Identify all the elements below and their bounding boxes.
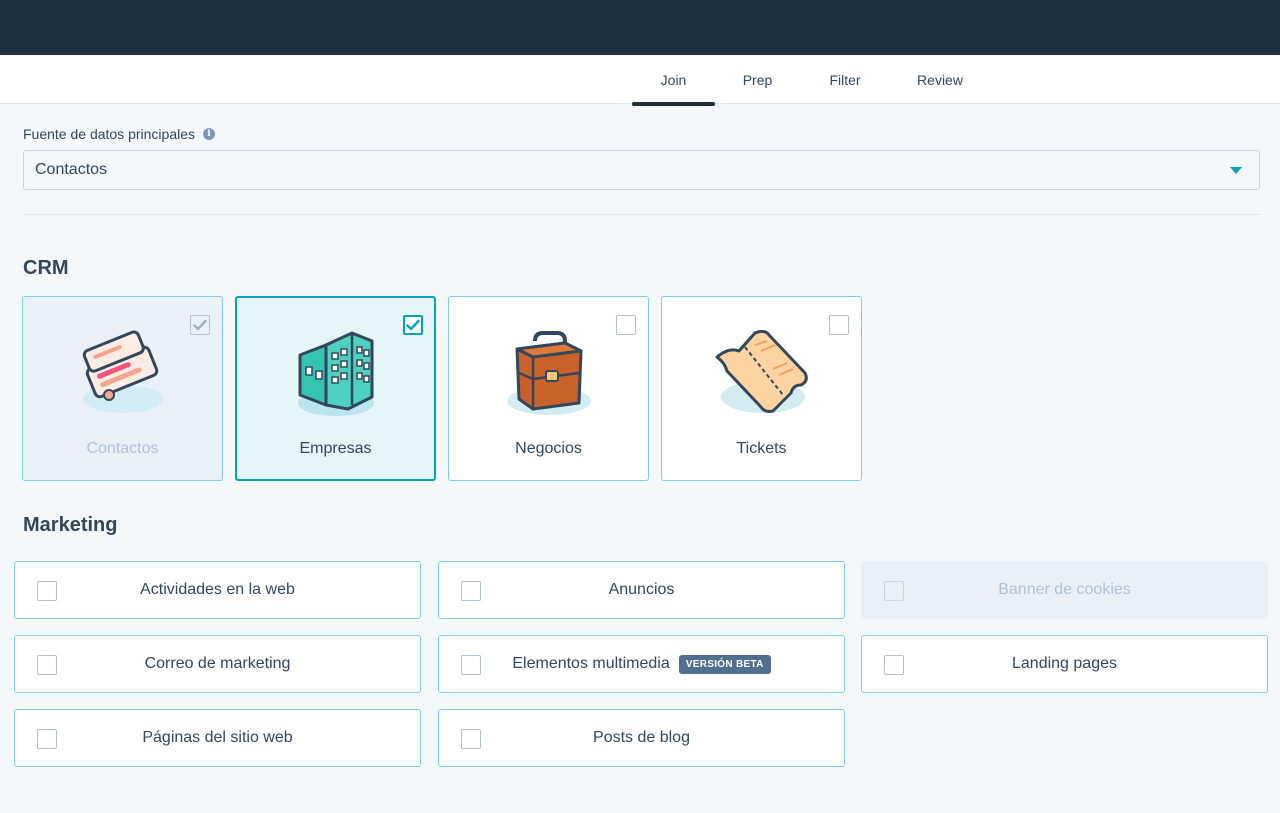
- top-navigation-bar: [0, 0, 1280, 55]
- tab-join[interactable]: Join: [632, 55, 715, 106]
- building-illustration-icon: [297, 331, 374, 416]
- crm-card-negocios[interactable]: Negocios: [448, 296, 649, 481]
- beta-badge: VERSIÓN BETA: [678, 654, 771, 674]
- crm-card-empresas-checkbox[interactable]: [403, 315, 423, 335]
- crm-card-tickets-checkbox[interactable]: [829, 315, 849, 335]
- marketing-option-label: Landing pages: [1012, 655, 1117, 672]
- marketing-option-label: Anuncios: [608, 581, 675, 598]
- marketing-option-landing-pages[interactable]: Landing pages: [861, 635, 1268, 693]
- marketing-option-paginas-sitio-web[interactable]: Páginas del sitio web: [14, 709, 421, 767]
- crm-card-empresas-label: Empresas: [299, 440, 372, 457]
- marketing-option-checkbox[interactable]: [37, 655, 57, 675]
- tab-review[interactable]: Review: [905, 55, 975, 104]
- crm-section-title: CRM: [23, 257, 69, 279]
- marketing-option-label: Correo de marketing: [144, 655, 291, 672]
- tab-join-label: Join: [660, 71, 687, 88]
- crm-card-empresas[interactable]: Empresas: [235, 296, 436, 481]
- marketing-section-title: Marketing: [23, 514, 118, 536]
- marketing-option-label: Páginas del sitio web: [142, 729, 293, 746]
- primary-source-label: Fuente de datos principales i: [23, 126, 215, 142]
- marketing-option-actividades-web[interactable]: Actividades en la web: [14, 561, 421, 619]
- info-icon[interactable]: i: [203, 128, 215, 140]
- crm-card-tickets-label: Tickets: [736, 440, 787, 457]
- primary-source-value: Contactos: [35, 161, 108, 178]
- check-icon: [193, 319, 207, 331]
- check-icon: [406, 319, 420, 331]
- tab-prep[interactable]: Prep: [730, 55, 785, 104]
- marketing-option-label: Posts de blog: [593, 729, 690, 746]
- marketing-option-posts-blog[interactable]: Posts de blog: [438, 709, 845, 767]
- marketing-option-checkbox[interactable]: [461, 581, 481, 601]
- primary-source-label-text: Fuente de datos principales: [23, 126, 195, 142]
- marketing-option-elementos-multimedia[interactable]: Elementos multimedia VERSIÓN BETA: [438, 635, 845, 693]
- caret-down-icon: [1230, 167, 1242, 174]
- marketing-option-correo-marketing[interactable]: Correo de marketing: [14, 635, 421, 693]
- marketing-option-checkbox[interactable]: [37, 581, 57, 601]
- crm-card-contactos[interactable]: Contactos: [22, 296, 223, 481]
- marketing-option-checkbox[interactable]: [461, 729, 481, 749]
- crm-card-negocios-checkbox[interactable]: [616, 315, 636, 335]
- marketing-option-checkbox[interactable]: [37, 729, 57, 749]
- step-tabs: Join Prep Filter Review: [0, 55, 1280, 106]
- marketing-option-label: Elementos multimedia: [512, 655, 670, 672]
- marketing-option-label: Banner de cookies: [998, 581, 1131, 598]
- briefcase-illustration-icon: [506, 331, 591, 415]
- tab-prep-label: Prep: [742, 71, 773, 88]
- crm-card-negocios-label: Negocios: [515, 440, 582, 457]
- marketing-option-label: Actividades en la web: [140, 581, 295, 598]
- ticket-illustration-icon: [715, 329, 808, 413]
- divider: [23, 214, 1260, 215]
- marketing-option-checkbox: [884, 581, 904, 601]
- marketing-option-banner-cookies: Banner de cookies: [861, 561, 1268, 619]
- marketing-option-anuncios[interactable]: Anuncios: [438, 561, 845, 619]
- crm-card-tickets[interactable]: Tickets: [661, 296, 862, 481]
- primary-source-dropdown[interactable]: Contactos: [23, 150, 1260, 190]
- marketing-option-checkbox[interactable]: [884, 655, 904, 675]
- crm-card-contactos-checkbox[interactable]: [190, 315, 210, 335]
- tab-filter-label: Filter: [829, 71, 861, 88]
- tab-review-label: Review: [917, 71, 963, 88]
- marketing-option-checkbox[interactable]: [461, 655, 481, 675]
- crm-card-contactos-label: Contactos: [86, 440, 159, 457]
- contact-cards-illustration-icon: [82, 330, 163, 413]
- tab-filter[interactable]: Filter: [815, 55, 875, 104]
